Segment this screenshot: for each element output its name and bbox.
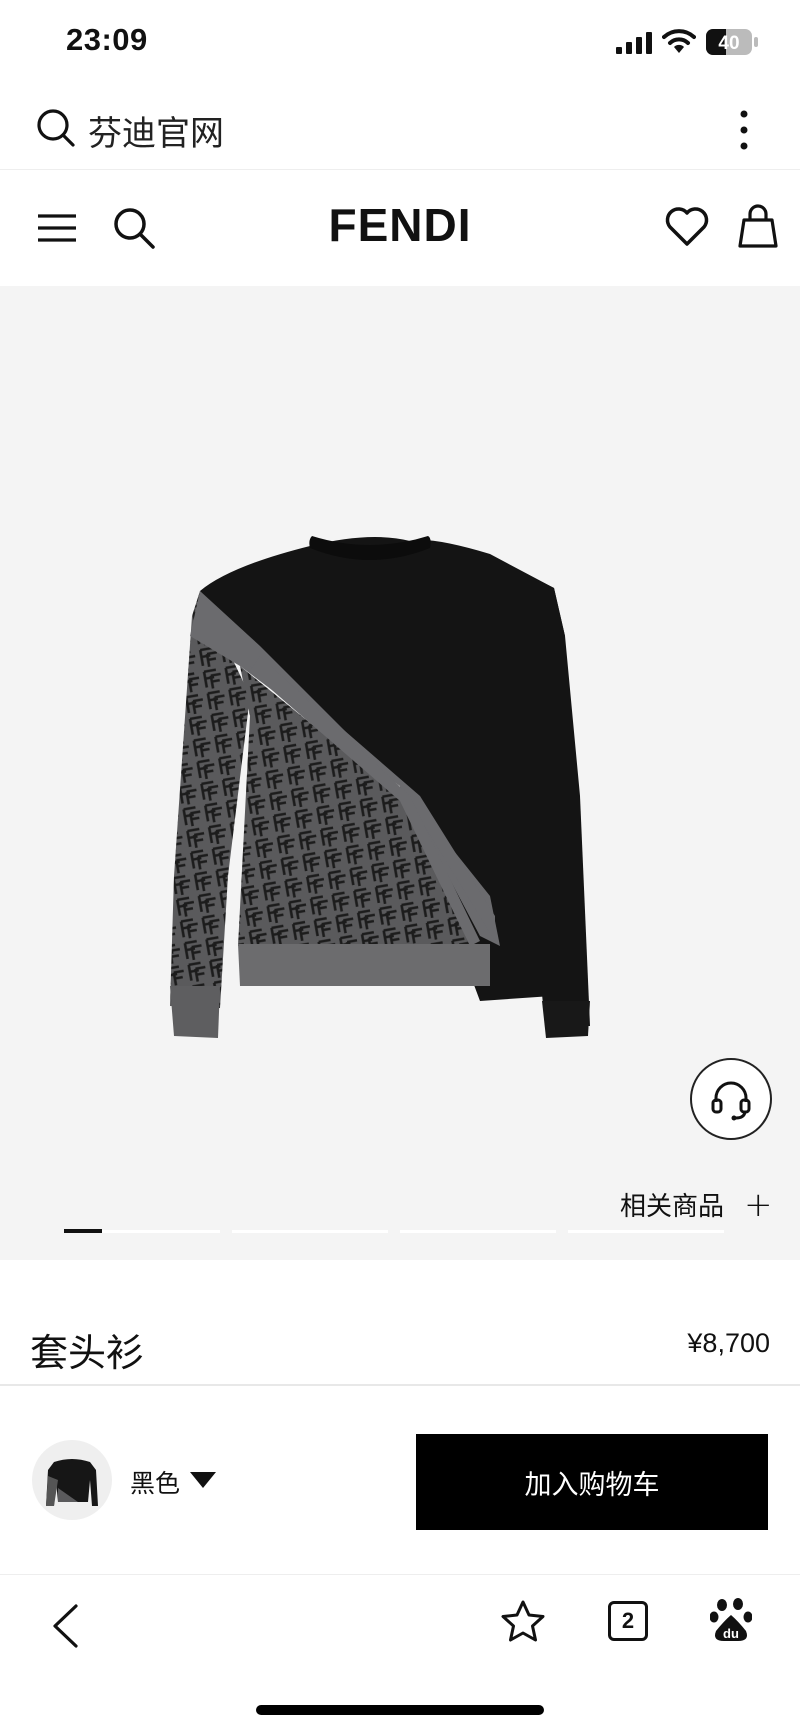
product-image [170, 536, 590, 1038]
product-image-gallery[interactable]: 相关商品 + [0, 286, 800, 1260]
wifi-icon [662, 29, 696, 53]
signal-icon [616, 32, 652, 54]
caret-down-icon[interactable] [190, 1472, 216, 1488]
pager-segment[interactable] [568, 1230, 724, 1233]
product-price: ¥8,700 [687, 1328, 770, 1358]
status-time: 23:09 [66, 22, 148, 57]
more-icon[interactable] [734, 108, 754, 152]
sweater-thumbnail-image [46, 1459, 98, 1506]
search-icon[interactable] [36, 108, 76, 148]
add-to-cart-button[interactable]: 加入购物车 [416, 1434, 768, 1530]
star-icon[interactable] [500, 1599, 546, 1645]
browser-bottom-nav: 2 du [0, 1574, 800, 1732]
customer-support-button[interactable] [690, 1058, 772, 1140]
image-pager [64, 1229, 724, 1233]
color-label[interactable]: 黑色 [130, 1464, 180, 1500]
color-swatch-thumbnail[interactable] [32, 1440, 112, 1520]
tabs-button[interactable]: 2 [608, 1601, 648, 1641]
browser-search-text[interactable]: 芬迪官网 [88, 106, 224, 155]
battery-level: 40 [718, 33, 739, 54]
heart-icon[interactable] [664, 204, 710, 250]
related-products-label: 相关商品 [620, 1192, 725, 1222]
purchase-bar: 黑色 加入购物车 [0, 1388, 800, 1574]
bag-icon[interactable] [736, 202, 780, 250]
back-icon[interactable] [50, 1603, 80, 1649]
svg-text:du: du [723, 1626, 739, 1641]
status-bar: 23:09 40 [0, 0, 800, 84]
plus-icon: + [744, 1184, 773, 1225]
browser-address-bar[interactable]: 芬迪官网 [0, 84, 800, 170]
home-indicator [256, 1705, 544, 1715]
battery-icon: 40 [706, 29, 758, 55]
pager-segment[interactable] [400, 1230, 556, 1233]
headset-icon [711, 1081, 751, 1121]
product-name: 套头衫 [30, 1331, 145, 1375]
baidu-paw-icon[interactable]: du [710, 1597, 752, 1643]
site-header: FENDI [0, 170, 800, 286]
pager-segment[interactable] [232, 1230, 388, 1233]
related-products-toggle[interactable]: 相关商品 + [620, 1186, 773, 1223]
pager-segment[interactable] [64, 1229, 220, 1233]
product-info: 套头衫 ¥8,700 [0, 1260, 800, 1386]
